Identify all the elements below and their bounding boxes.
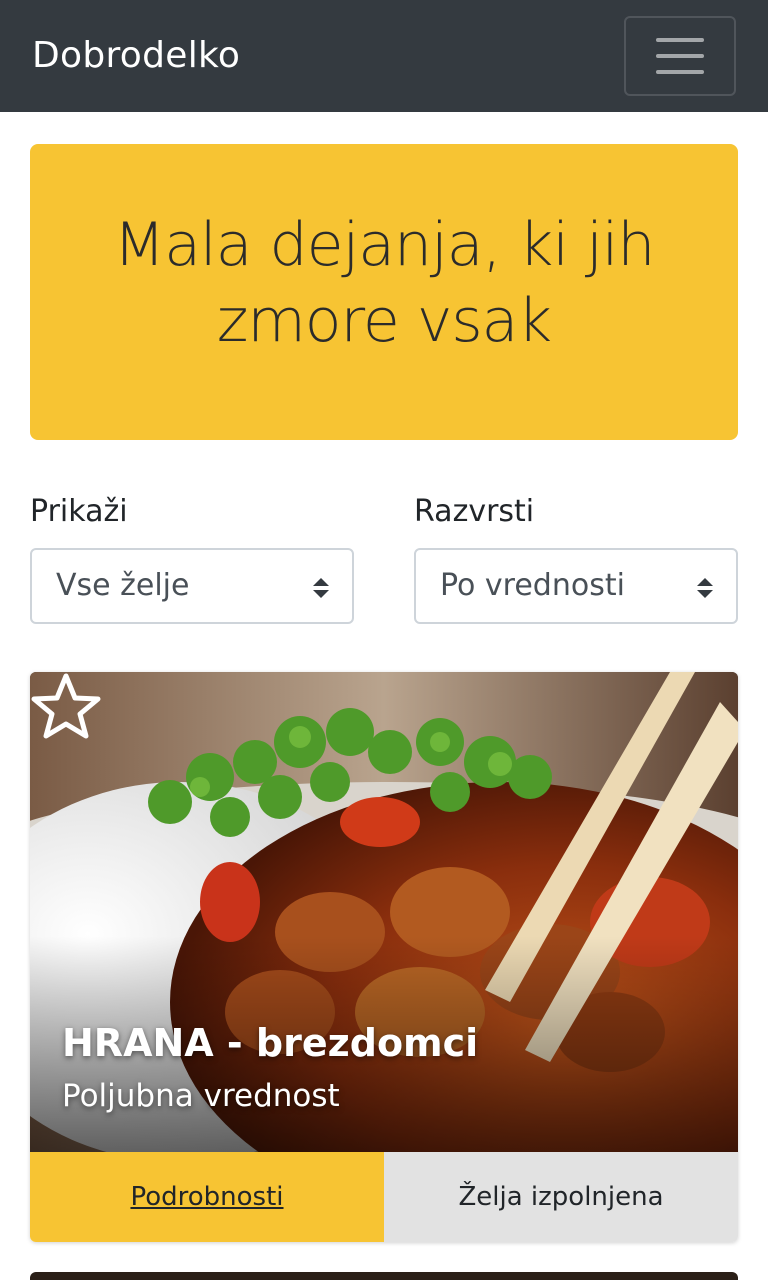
card-subtitle: Poljubna vrednost xyxy=(62,1078,340,1114)
show-filter-value: Vse želje xyxy=(56,568,190,603)
card-image: HRANA - brezdomci Poljubna vrednost xyxy=(30,672,738,1152)
card-title: HRANA - brezdomci xyxy=(62,1021,479,1065)
next-wish-card xyxy=(30,1272,738,1280)
details-button[interactable]: Podrobnosti xyxy=(30,1152,384,1242)
wish-fulfilled-button[interactable]: Želja izpolnjena xyxy=(384,1152,738,1242)
navbar: Dobrodelko xyxy=(0,0,768,112)
brand-logo[interactable]: Dobrodelko xyxy=(32,30,240,82)
hamburger-menu-icon-bar xyxy=(656,70,704,74)
menu-toggle-button[interactable] xyxy=(624,16,736,96)
select-arrows-icon xyxy=(313,578,329,598)
show-filter-select[interactable]: Vse želje xyxy=(30,548,354,624)
card-footer: Podrobnosti Želja izpolnjena xyxy=(30,1152,738,1242)
hero-banner: Mala dejanja, ki jih zmore vsak xyxy=(30,144,738,440)
hero-heading: Mala dejanja, ki jih zmore vsak xyxy=(113,210,656,356)
show-filter-label: Prikaži xyxy=(30,494,128,529)
hamburger-menu-icon-bar xyxy=(656,54,704,58)
hamburger-menu-icon xyxy=(656,38,704,42)
sort-filter-value: Po vrednosti xyxy=(440,568,625,603)
sort-filter-select[interactable]: Po vrednosti xyxy=(414,548,738,624)
favorite-star-icon[interactable] xyxy=(30,672,102,740)
select-arrows-icon xyxy=(697,578,713,598)
sort-filter-label: Razvrsti xyxy=(414,494,535,529)
wish-card: HRANA - brezdomci Poljubna vrednost Podr… xyxy=(30,672,738,1242)
details-link[interactable]: Podrobnosti xyxy=(130,1182,283,1212)
